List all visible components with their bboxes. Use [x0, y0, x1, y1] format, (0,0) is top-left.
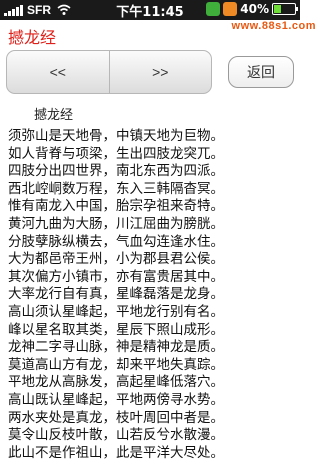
poem-line: 四肢分出四世界，南北东西为四派。: [8, 163, 224, 180]
battery-fill: [274, 5, 281, 13]
poem-line: 莫令山反枝叶散，山若反兮水散漫。: [8, 427, 224, 444]
poem-line: 此山不是作祖山，此是平洋大尽处。: [8, 444, 224, 461]
poem-line: 分肢孽脉纵横去，气血勾连逢水住。: [8, 233, 224, 250]
watermark: www.88s1.com: [231, 20, 316, 32]
poem-line: 大为都邑帝王州，小为郡县君公侯。: [8, 251, 224, 268]
app-icon-orange: [223, 2, 238, 16]
back-button[interactable]: 返回: [228, 56, 294, 88]
poem-line: 峰以星名取其类，星辰下照山成形。: [8, 321, 224, 338]
poem-line: 莫道高山方有龙，却来平地失真踪。: [8, 356, 224, 373]
battery-icon: [272, 3, 298, 15]
poem-line: 如人背脊与项梁，生出四肢龙突兀。: [8, 145, 224, 162]
poem-line: 黄河九曲为大肠，川江屈曲为膀胱。: [8, 215, 224, 232]
app-icon-green: [206, 2, 221, 16]
poem-line: 惟有南龙入中国，胎宗孕祖来奇特。: [8, 198, 224, 215]
poem-line: 其次偏方小镇市，亦有富贵居其中。: [8, 268, 224, 285]
prev-page-button[interactable]: <<: [7, 51, 110, 93]
page-title: 撼龙经: [8, 28, 57, 47]
article-body: 须弥山是天地骨，中镇天地为巨物。 如人背脊与项梁，生出四肢龙突兀。 四肢分出四世界，…: [8, 128, 298, 462]
poem-line: 高山须认星峰起，平地龙行别有名。: [8, 303, 224, 320]
article-heading: 撼龙经: [34, 108, 74, 123]
poem-line: 大率龙行自有真，星峰磊落是龙身。: [8, 286, 224, 303]
poem-line: 两水夹处是真龙，枝叶周回中者是。: [8, 409, 224, 426]
battery-percent: 40%: [240, 2, 269, 16]
poem-line: 龙神二字寻山脉，神是精神龙是质。: [8, 339, 224, 356]
poem-line: 西北崆峒数万程，东入三韩隔杳冥。: [8, 180, 224, 197]
poem-line: 须弥山是天地骨，中镇天地为巨物。: [8, 128, 224, 144]
poem-line: 高山既认星峰起，平地两傍寻水势。: [8, 391, 224, 408]
poem-line: 平地龙从高脉发，高起星峰低落穴。: [8, 374, 224, 391]
status-bar: SFR 下午11:45 40%: [0, 0, 300, 20]
page-nav-segmented: << >>: [6, 50, 212, 94]
next-page-button[interactable]: >>: [110, 51, 212, 93]
